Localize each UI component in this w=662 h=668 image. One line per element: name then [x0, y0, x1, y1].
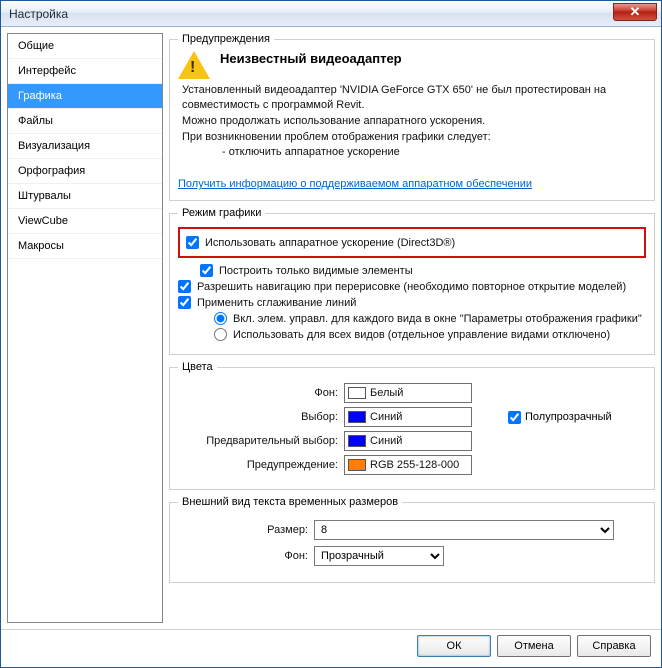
pre-color-label: Предварительный выбор: — [178, 435, 338, 447]
content-pane: Предупреждения ! Неизвестный видеоадапте… — [169, 33, 655, 623]
visible-only-checkbox[interactable]: Построить только видимые элементы — [200, 264, 646, 277]
all-views-radio[interactable]: Использовать для всех видов (отдельное у… — [214, 328, 646, 341]
warn-color-name: RGB 255-128-000 — [370, 459, 459, 471]
sidebar-item-macros[interactable]: Макросы — [8, 234, 162, 259]
sel-color-name: Синий — [370, 411, 402, 423]
smoothing-checkbox[interactable]: Применить сглаживание линий — [178, 296, 646, 309]
semi-transparent-input[interactable] — [508, 411, 521, 424]
semi-transparent-checkbox[interactable]: Полупрозрачный — [508, 411, 612, 424]
per-view-input[interactable] — [214, 312, 227, 325]
pre-swatch — [348, 435, 366, 447]
colors-legend: Цвета — [178, 361, 217, 373]
warn-color-button[interactable]: RGB 255-128-000 — [344, 455, 472, 475]
tempdim-size-select[interactable]: 8 — [314, 520, 614, 540]
smoothing-input[interactable] — [178, 296, 191, 309]
tempdim-bg-select[interactable]: Прозрачный — [314, 546, 444, 566]
nav-redraw-checkbox[interactable]: Разрешить навигацию при перерисовке (нео… — [178, 280, 646, 293]
sidebar-item-files[interactable]: Файлы — [8, 109, 162, 134]
bg-color-button[interactable]: Белый — [344, 383, 472, 403]
per-view-radio[interactable]: Вкл. элем. управл. для каждого вида в ок… — [214, 312, 646, 325]
warn-swatch — [348, 459, 366, 471]
hw-accel-checkbox[interactable]: Использовать аппаратное ускорение (Direc… — [186, 236, 638, 249]
sel-color-button[interactable]: Синий — [344, 407, 472, 427]
ok-button[interactable]: ОК — [417, 635, 491, 657]
warnings-legend: Предупреждения — [178, 33, 274, 45]
warning-title: Неизвестный видеоадаптер — [220, 51, 402, 66]
help-button[interactable]: Справка — [577, 635, 651, 657]
warning-bullet: - отключить аппаратное ускорение — [222, 145, 646, 160]
graphics-mode-group: Режим графики Использовать аппаратное ус… — [169, 207, 655, 355]
footer: ОК Отмена Справка — [1, 629, 661, 661]
titlebar: Настройка ✕ — [1, 1, 661, 27]
per-view-label: Вкл. элем. управл. для каждого вида в ок… — [233, 313, 642, 325]
window-title: Настройка — [9, 7, 68, 21]
warning-line3: При возникновении проблем отображения гр… — [182, 130, 646, 145]
sidebar-item-general[interactable]: Общие — [8, 34, 162, 59]
cancel-button[interactable]: Отмена — [497, 635, 571, 657]
settings-window: Настройка ✕ Общие Интерфейс Графика Файл… — [0, 0, 662, 668]
sidebar-item-spelling[interactable]: Орфография — [8, 159, 162, 184]
sel-swatch — [348, 411, 366, 423]
tempdim-legend: Внешний вид текста временных размеров — [178, 496, 402, 508]
nav-redraw-label: Разрешить навигацию при перерисовке (нео… — [197, 281, 626, 293]
all-views-label: Использовать для всех видов (отдельное у… — [233, 329, 610, 341]
warn-color-label: Предупреждение: — [178, 459, 338, 471]
highlight-box: Использовать аппаратное ускорение (Direc… — [178, 227, 646, 258]
bg-color-label: Фон: — [178, 387, 338, 399]
pre-color-button[interactable]: Синий — [344, 431, 472, 451]
all-views-input[interactable] — [214, 328, 227, 341]
bg-swatch — [348, 387, 366, 399]
warning-line1: Установленный видеоадаптер 'NVIDIA GeFor… — [182, 83, 646, 113]
warning-icon: ! — [178, 51, 210, 79]
tempdim-bg-label: Фон: — [178, 550, 308, 562]
sidebar-item-graphics[interactable]: Графика — [8, 84, 162, 109]
visible-only-input[interactable] — [200, 264, 213, 277]
smoothing-label: Применить сглаживание линий — [197, 297, 356, 309]
hw-accel-input[interactable] — [186, 236, 199, 249]
graphics-legend: Режим графики — [178, 207, 265, 219]
sel-color-label: Выбор: — [178, 411, 338, 423]
colors-group: Цвета Фон: Белый Выбор: Синий — [169, 361, 655, 490]
sidebar-item-interface[interactable]: Интерфейс — [8, 59, 162, 84]
sidebar-item-viewcube[interactable]: ViewCube — [8, 209, 162, 234]
nav-redraw-input[interactable] — [178, 280, 191, 293]
warnings-group: Предупреждения ! Неизвестный видеоадапте… — [169, 33, 655, 201]
hw-accel-label: Использовать аппаратное ускорение (Direc… — [205, 237, 455, 249]
hw-info-link[interactable]: Получить информацию о поддерживаемом апп… — [178, 178, 532, 190]
visible-only-label: Построить только видимые элементы — [219, 265, 413, 277]
bg-color-name: Белый — [370, 387, 403, 399]
tempdim-size-label: Размер: — [178, 524, 308, 536]
sidebar-item-steeringwheels[interactable]: Штурвалы — [8, 184, 162, 209]
sidebar-item-visualization[interactable]: Визуализация — [8, 134, 162, 159]
sidebar: Общие Интерфейс Графика Файлы Визуализац… — [7, 33, 163, 623]
tempdim-group: Внешний вид текста временных размеров Ра… — [169, 496, 655, 583]
close-button[interactable]: ✕ — [613, 3, 657, 21]
semi-transparent-label: Полупрозрачный — [525, 411, 612, 423]
warning-body: Установленный видеоадаптер 'NVIDIA GeFor… — [182, 83, 646, 160]
warning-line2: Можно продолжать использование аппаратно… — [182, 114, 646, 129]
pre-color-name: Синий — [370, 435, 402, 447]
